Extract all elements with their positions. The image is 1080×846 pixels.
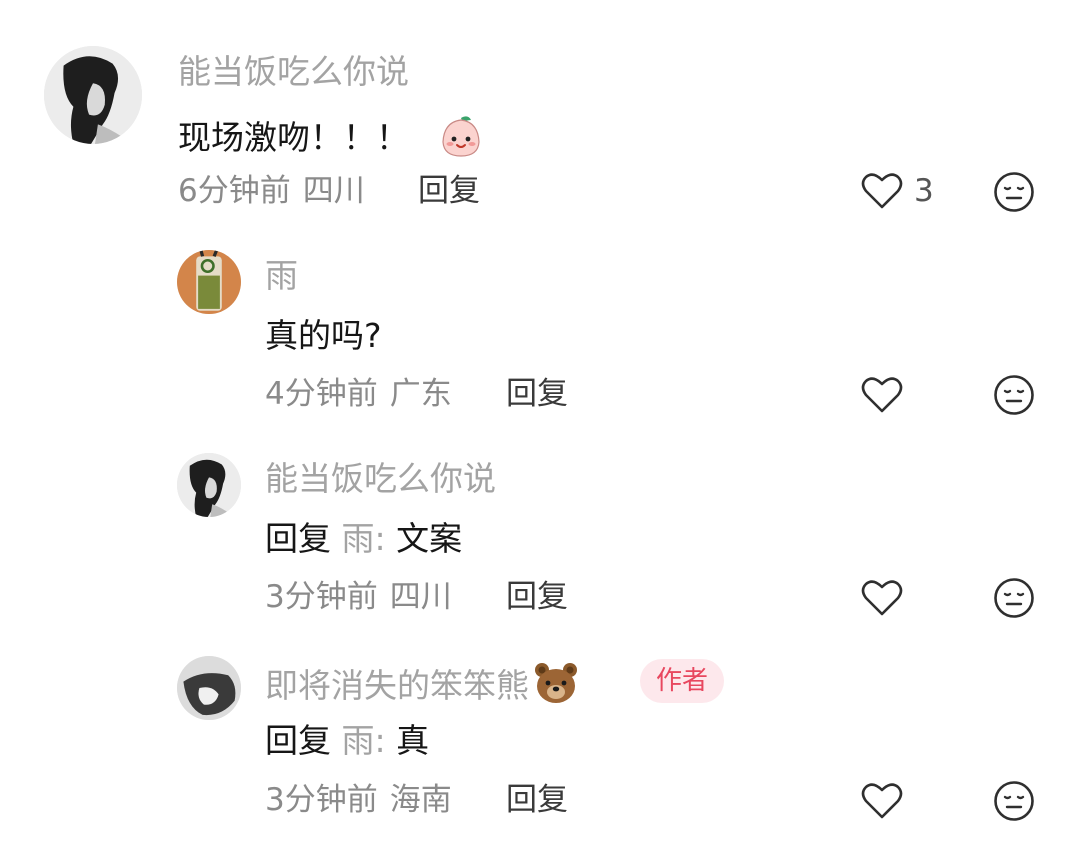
like-count: 3 xyxy=(914,173,934,209)
timestamp: 6分钟前 xyxy=(178,173,291,209)
heart-outline-icon xyxy=(861,580,903,616)
username-text: 即将消失的笨笨熊 xyxy=(265,666,529,705)
neutral-face-icon xyxy=(994,781,1034,821)
reply-button[interactable]: 回复 xyxy=(506,781,568,819)
reply-item: 即将消失的笨笨熊 作者 回复 雨: 真 3分钟前 海南 回复 xyxy=(0,635,1080,846)
username[interactable]: 能当饭吃么你说 xyxy=(178,52,409,92)
timestamp: 3分钟前 xyxy=(265,782,378,818)
heart-outline-icon xyxy=(861,783,903,819)
heart-outline-icon xyxy=(861,173,903,209)
username[interactable]: 即将消失的笨笨熊 xyxy=(265,661,579,714)
timestamp: 4分钟前 xyxy=(265,376,378,412)
neutral-face-icon xyxy=(994,172,1034,212)
reply-button[interactable]: 回复 xyxy=(506,375,568,413)
avatar[interactable] xyxy=(177,250,241,314)
reply-target[interactable]: 雨: xyxy=(342,721,386,760)
reply-item: 雨 真的吗? 4分钟前 广东 回复 xyxy=(0,220,1080,430)
heart-outline-icon xyxy=(861,377,903,413)
comment-text: 真的吗? xyxy=(265,316,382,355)
comment-text-content: 真 xyxy=(396,721,430,760)
dislike-button[interactable] xyxy=(993,171,1035,213)
reply-prefix: 回复 xyxy=(265,721,331,760)
comment-item: 能当饭吃么你说 现场激吻！！！ 6分钟前 四川 回复 3 xyxy=(0,0,1080,220)
location: 四川 xyxy=(389,579,452,615)
comment-meta: 3分钟前 四川 xyxy=(265,578,452,616)
comment-text-content: 现场激吻！！！ xyxy=(178,118,409,157)
bear-face-emoji-icon xyxy=(533,661,579,714)
neutral-face-icon xyxy=(994,375,1034,415)
comment-text-content: 文案 xyxy=(396,519,463,558)
neutral-face-icon xyxy=(994,578,1034,618)
avatar[interactable] xyxy=(44,46,142,144)
username[interactable]: 能当饭吃么你说 xyxy=(265,459,496,499)
reply-target[interactable]: 雨: xyxy=(342,519,386,558)
location: 四川 xyxy=(302,173,365,209)
reply-button[interactable]: 回复 xyxy=(418,172,480,210)
comment-text: 现场激吻！！！ xyxy=(178,112,484,167)
like-button[interactable] xyxy=(860,781,904,821)
avatar[interactable] xyxy=(177,656,241,720)
dislike-button[interactable] xyxy=(993,374,1035,416)
username[interactable]: 雨 xyxy=(265,256,298,296)
location: 海南 xyxy=(389,782,452,818)
peach-face-sticker-icon xyxy=(438,112,484,167)
comment-meta: 6分钟前 四川 xyxy=(178,172,365,210)
like-button[interactable]: 3 xyxy=(860,171,934,211)
reply-prefix: 回复 xyxy=(265,519,331,558)
timestamp: 3分钟前 xyxy=(265,579,378,615)
reply-button[interactable]: 回复 xyxy=(506,578,568,616)
comment-text: 回复 雨: 文案 xyxy=(265,519,462,559)
comment-meta: 4分钟前 广东 xyxy=(265,375,452,413)
comment-text: 回复 雨: 真 xyxy=(265,721,429,761)
comment-meta: 3分钟前 海南 xyxy=(265,781,452,819)
like-button[interactable] xyxy=(860,375,904,415)
reply-item: 能当饭吃么你说 回复 雨: 文案 3分钟前 四川 回复 xyxy=(0,430,1080,635)
location: 广东 xyxy=(389,376,452,412)
author-badge: 作者 xyxy=(640,659,725,703)
dislike-button[interactable] xyxy=(993,577,1035,619)
like-button[interactable] xyxy=(860,578,904,618)
avatar[interactable] xyxy=(177,453,241,517)
dislike-button[interactable] xyxy=(993,780,1035,822)
